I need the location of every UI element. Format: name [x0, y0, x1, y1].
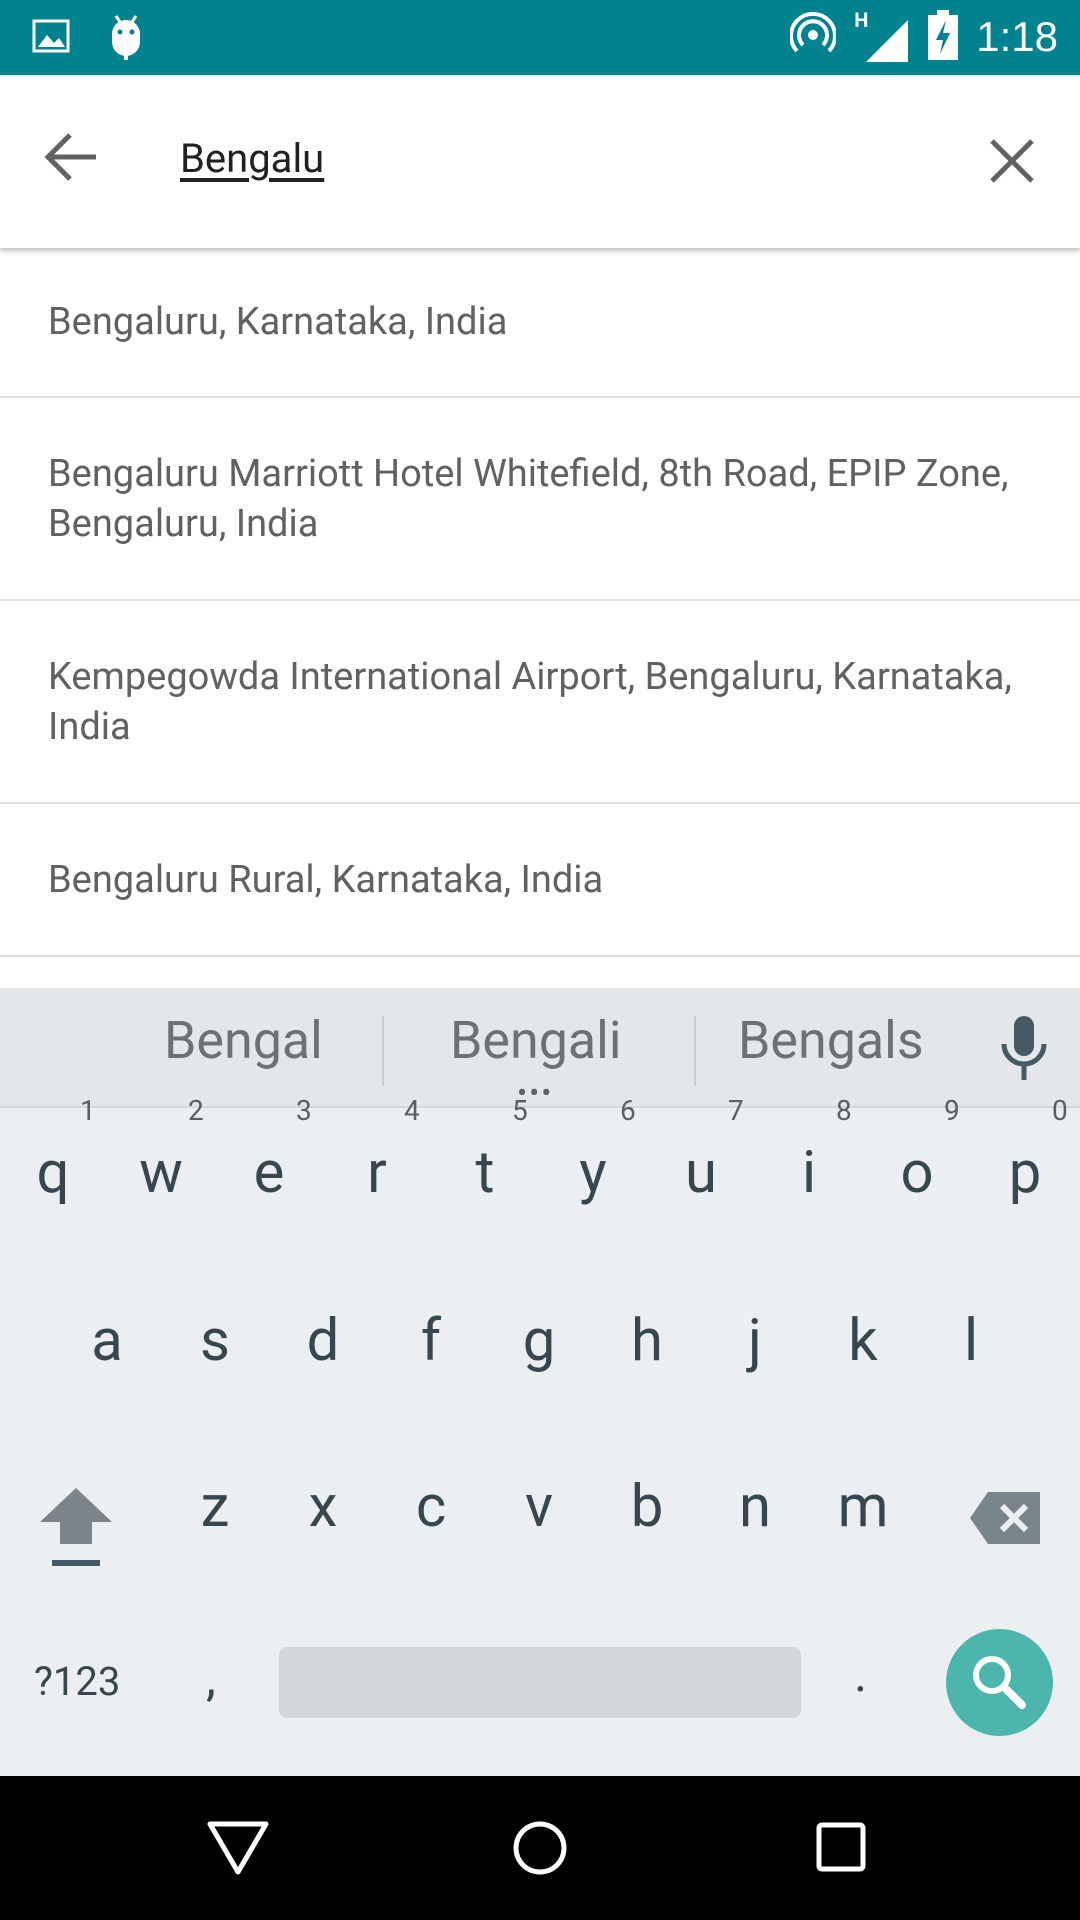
- suggestion-1[interactable]: Bengal: [164, 1010, 323, 1071]
- backspace-key[interactable]: [968, 1490, 1042, 1546]
- recents-nav-button[interactable]: [816, 1822, 866, 1876]
- home-nav-button[interactable]: [512, 1820, 568, 1880]
- period-key[interactable]: .: [854, 1646, 867, 1704]
- key-hint: 5: [512, 1094, 528, 1127]
- search-icon: [973, 1656, 1026, 1709]
- shift-key[interactable]: [38, 1486, 114, 1570]
- status-time: 1:18: [976, 13, 1058, 60]
- key-hint: 4: [404, 1094, 420, 1127]
- clear-button[interactable]: [984, 133, 1040, 189]
- key-w[interactable]: w: [116, 1138, 206, 1208]
- suggestion-strip: Bengal Bengali ••• Bengals: [0, 988, 1080, 1109]
- key-a[interactable]: a: [62, 1306, 152, 1376]
- key-s[interactable]: s: [170, 1306, 260, 1376]
- mic-icon[interactable]: [998, 1014, 1050, 1086]
- back-button[interactable]: [40, 125, 104, 189]
- key-hint: 9: [944, 1094, 960, 1127]
- results-list: Bengaluru, Karnataka, India Bengaluru Ma…: [0, 248, 1080, 957]
- android-debug-icon: [108, 12, 144, 64]
- key-q[interactable]: q: [8, 1138, 98, 1208]
- key-hint: 6: [620, 1094, 636, 1127]
- key-n[interactable]: n: [710, 1472, 800, 1542]
- suggestion-3[interactable]: Bengals: [738, 1010, 924, 1071]
- key-m[interactable]: m: [818, 1472, 908, 1542]
- key-b[interactable]: b: [602, 1472, 692, 1542]
- circle-home-icon: [513, 1821, 567, 1875]
- result-item[interactable]: Bengaluru Marriott Hotel Whitefield, 8th…: [0, 398, 1080, 601]
- key-g[interactable]: g: [494, 1306, 584, 1376]
- key-hint: 7: [728, 1094, 744, 1127]
- triangle-back-icon: [207, 1821, 269, 1875]
- close-icon: [990, 139, 1034, 183]
- signal-icon: H: [854, 8, 910, 62]
- soft-keyboard: Bengal Bengali ••• Bengals ?123 , . q 1 …: [0, 988, 1080, 1776]
- key-f[interactable]: f: [386, 1306, 476, 1376]
- search-input[interactable]: Bengalu: [180, 135, 324, 182]
- search-bar: Bengalu: [0, 75, 1080, 248]
- navigation-bar: [0, 1776, 1080, 1920]
- key-l[interactable]: l: [926, 1306, 1016, 1376]
- key-u[interactable]: u: [656, 1138, 746, 1208]
- back-nav-button[interactable]: [206, 1820, 270, 1880]
- key-hint: 1: [80, 1094, 96, 1127]
- spacebar[interactable]: [279, 1647, 801, 1718]
- key-hint: 0: [1052, 1094, 1068, 1127]
- search-key[interactable]: [946, 1629, 1053, 1736]
- key-o[interactable]: o: [872, 1138, 962, 1208]
- square-recents-icon: [816, 1822, 866, 1872]
- image-notification-icon: [32, 19, 70, 57]
- key-i[interactable]: i: [764, 1138, 854, 1208]
- key-k[interactable]: k: [818, 1306, 908, 1376]
- key-z[interactable]: z: [170, 1472, 260, 1542]
- key-t[interactable]: t: [440, 1138, 530, 1208]
- result-item[interactable]: Kempegowda International Airport, Bengal…: [0, 601, 1080, 804]
- key-p[interactable]: p: [980, 1138, 1070, 1208]
- result-item[interactable]: Bengaluru Rural, Karnataka, India: [0, 804, 1080, 957]
- key-v[interactable]: v: [494, 1472, 584, 1542]
- suggestion-divider: [382, 1016, 384, 1086]
- suggestion-divider: [694, 1016, 696, 1086]
- shift-icon: [40, 1488, 112, 1566]
- key-h[interactable]: h: [602, 1306, 692, 1376]
- comma-key[interactable]: ,: [206, 1650, 216, 1708]
- battery-charging-icon: [928, 10, 959, 64]
- hotspot-icon: [789, 11, 838, 62]
- arrow-back-icon: [44, 133, 96, 181]
- key-hint: 3: [296, 1094, 312, 1127]
- key-d[interactable]: d: [278, 1306, 368, 1376]
- key-hint: 2: [188, 1094, 204, 1127]
- key-r[interactable]: r: [332, 1138, 422, 1208]
- key-hint: 8: [836, 1094, 852, 1127]
- key-x[interactable]: x: [278, 1472, 368, 1542]
- key-e[interactable]: e: [224, 1138, 314, 1208]
- symbols-key[interactable]: ?123: [34, 1658, 120, 1705]
- status-bar: H 1:18: [0, 0, 1080, 75]
- result-item[interactable]: Bengaluru, Karnataka, India: [0, 248, 1080, 398]
- key-c[interactable]: c: [386, 1472, 476, 1542]
- key-j[interactable]: j: [710, 1306, 800, 1376]
- suggestion-2[interactable]: Bengali: [450, 1010, 621, 1071]
- backspace-icon: [970, 1492, 1040, 1544]
- key-y[interactable]: y: [548, 1138, 638, 1208]
